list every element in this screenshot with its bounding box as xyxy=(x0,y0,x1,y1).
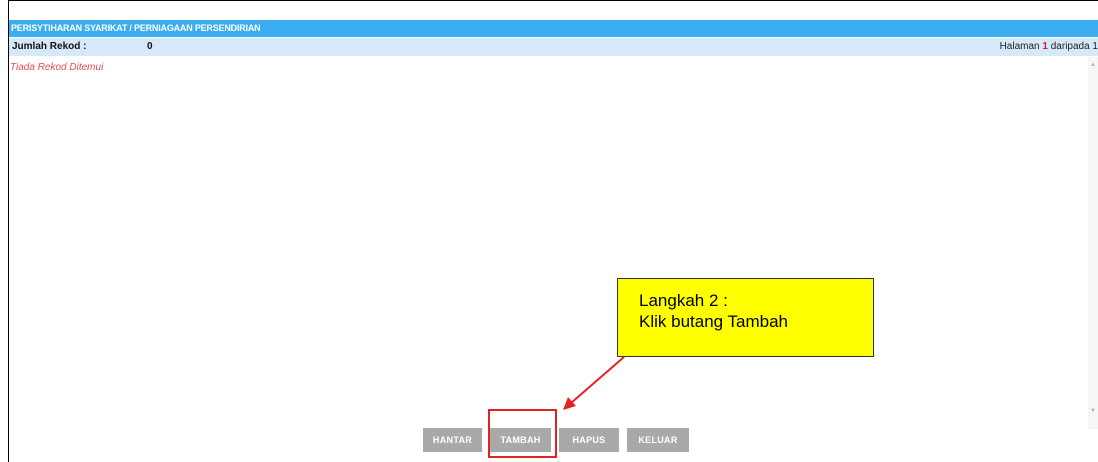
instruction-callout: Langkah 2 : Klik butang Tambah xyxy=(617,278,874,357)
red-arrow-icon xyxy=(563,356,625,410)
callout-line-2: Klik butang Tambah xyxy=(639,312,789,331)
callout-line-1: Langkah 2 : xyxy=(639,291,728,310)
